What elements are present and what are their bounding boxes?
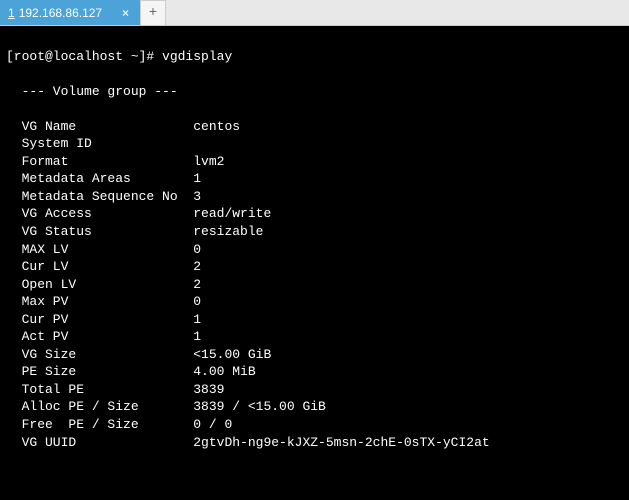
- vg-field-label: Total PE: [6, 382, 193, 397]
- vg-field-value: read/write: [193, 206, 271, 221]
- tab-bar: 1 192.168.86.127 × +: [0, 0, 629, 26]
- vg-field-value: 3: [193, 189, 201, 204]
- vg-field-line: VG Status resizable: [6, 223, 623, 241]
- vg-field-value: <15.00 GiB: [193, 347, 271, 362]
- vg-field-label: Metadata Areas: [6, 171, 193, 186]
- tab-active[interactable]: 1 192.168.86.127 ×: [0, 0, 140, 25]
- vg-field-label: VG Size: [6, 347, 193, 362]
- vg-field-line: Format lvm2: [6, 153, 623, 171]
- vg-field-label: System ID: [6, 136, 193, 151]
- new-tab-button[interactable]: +: [140, 0, 166, 25]
- vg-field-label: Open LV: [6, 277, 193, 292]
- vg-field-label: MAX LV: [6, 242, 193, 257]
- vg-field-label: PE Size: [6, 364, 193, 379]
- vg-field-value: 3839: [193, 382, 224, 397]
- vg-field-label: Cur LV: [6, 259, 193, 274]
- vg-field-line: VG Name centos: [6, 118, 623, 136]
- vg-field-value: 3839 / <15.00 GiB: [193, 399, 326, 414]
- vg-field-value: 1: [193, 312, 201, 327]
- vg-field-line: Cur LV 2: [6, 258, 623, 276]
- vg-field-line: Free PE / Size 0 / 0: [6, 416, 623, 434]
- vg-field-line: Act PV 1: [6, 328, 623, 346]
- vg-field-line: PE Size 4.00 MiB: [6, 363, 623, 381]
- vg-field-value: 2gtvDh-ng9e-kJXZ-5msn-2chE-0sTX-yCI2at: [193, 435, 489, 450]
- vg-fields-list: VG Name centos System ID Format lvm2 Met…: [6, 118, 623, 451]
- vg-field-line: Metadata Sequence No 3: [6, 188, 623, 206]
- vg-field-label: Cur PV: [6, 312, 193, 327]
- vg-field-line: Metadata Areas 1: [6, 170, 623, 188]
- vg-field-line: VG Size <15.00 GiB: [6, 346, 623, 364]
- vg-field-value: 0: [193, 242, 201, 257]
- vg-field-label: Alloc PE / Size: [6, 399, 193, 414]
- vg-header: --- Volume group ---: [6, 83, 623, 101]
- command-text: vgdisplay: [162, 49, 232, 64]
- prompt-line: [root@localhost ~]# vgdisplay: [6, 48, 623, 66]
- vg-field-label: Free PE / Size: [6, 417, 193, 432]
- vg-field-value: 0 / 0: [193, 417, 232, 432]
- blank-line: [6, 469, 623, 487]
- terminal-output[interactable]: [root@localhost ~]# vgdisplay --- Volume…: [0, 26, 629, 500]
- vg-field-label: Metadata Sequence No: [6, 189, 193, 204]
- vg-field-value: 2: [193, 259, 201, 274]
- vg-field-line: MAX LV 0: [6, 241, 623, 259]
- vg-field-line: VG Access read/write: [6, 205, 623, 223]
- vg-field-line: Open LV 2: [6, 276, 623, 294]
- vg-field-label: Format: [6, 154, 193, 169]
- vg-field-value: 1: [193, 329, 201, 344]
- vg-field-line: Alloc PE / Size 3839 / <15.00 GiB: [6, 398, 623, 416]
- vg-field-label: Max PV: [6, 294, 193, 309]
- vg-field-line: Total PE 3839: [6, 381, 623, 399]
- vg-field-label: Act PV: [6, 329, 193, 344]
- vg-field-label: VG Access: [6, 206, 193, 221]
- prompt-prefix: [root@localhost ~]#: [6, 49, 162, 64]
- vg-field-value: 4.00 MiB: [193, 364, 255, 379]
- vg-field-value: 0: [193, 294, 201, 309]
- vg-field-value: resizable: [193, 224, 263, 239]
- vg-field-line: Cur PV 1: [6, 311, 623, 329]
- tab-index: 1: [8, 6, 15, 20]
- vg-field-value: centos: [193, 119, 240, 134]
- vg-field-label: VG Name: [6, 119, 193, 134]
- vg-field-line: VG UUID 2gtvDh-ng9e-kJXZ-5msn-2chE-0sTX-…: [6, 434, 623, 452]
- vg-field-line: System ID: [6, 135, 623, 153]
- vg-field-label: VG UUID: [6, 435, 193, 450]
- vg-field-value: lvm2: [193, 154, 224, 169]
- vg-field-label: VG Status: [6, 224, 193, 239]
- vg-field-value: 1: [193, 171, 201, 186]
- tab-title: 192.168.86.127: [19, 6, 102, 20]
- vg-field-value: 2: [193, 277, 201, 292]
- vg-field-line: Max PV 0: [6, 293, 623, 311]
- close-icon[interactable]: ×: [119, 6, 132, 20]
- plus-icon: +: [149, 5, 157, 21]
